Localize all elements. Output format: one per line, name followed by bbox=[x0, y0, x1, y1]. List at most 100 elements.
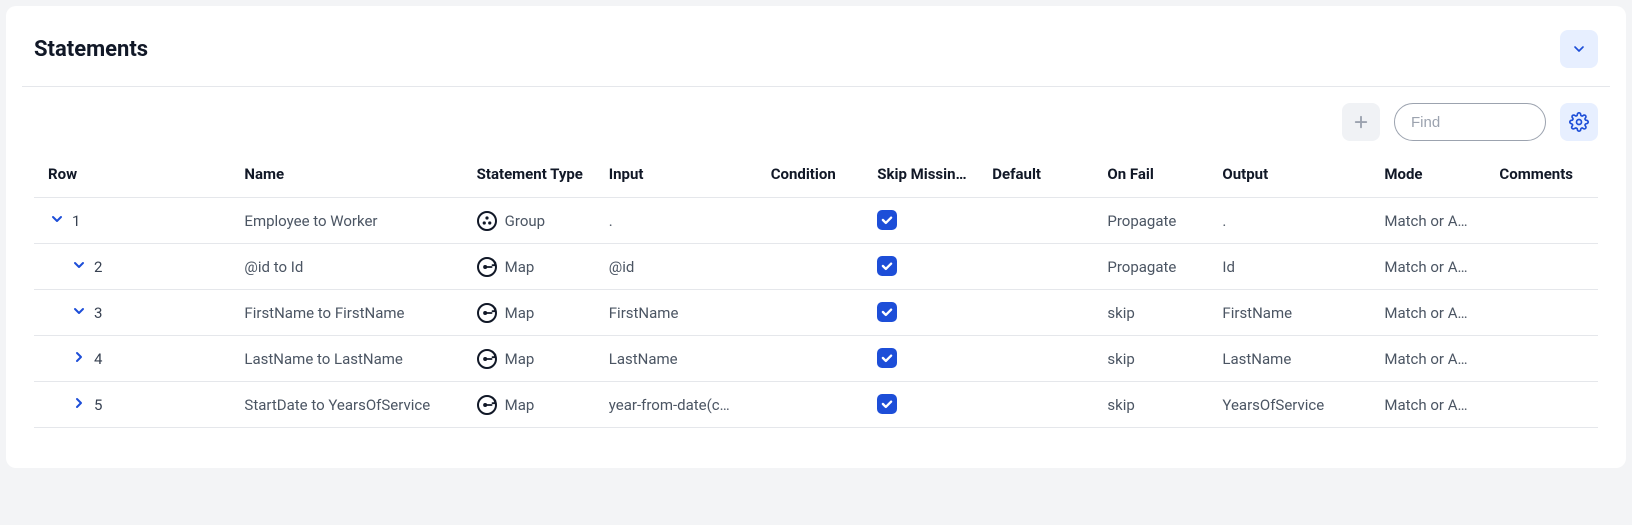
row-number: 5 bbox=[94, 396, 102, 414]
cell-name: LastName to LastName bbox=[236, 336, 468, 382]
table-row[interactable]: 1Employee to WorkerGroup.Propagate.Match… bbox=[34, 198, 1598, 244]
chevron-down-icon bbox=[71, 257, 87, 277]
row-number: 3 bbox=[94, 304, 102, 322]
table-row[interactable]: 5 StartDate to YearsOfService Map year-from… bbox=[34, 382, 1598, 428]
table-row[interactable]: 2@id to IdMap@idPropagateIdMatch or A… bbox=[34, 244, 1598, 290]
col-row[interactable]: Row bbox=[34, 155, 236, 198]
col-stype[interactable]: Statement Type bbox=[469, 155, 601, 198]
cell-output: Id bbox=[1214, 244, 1376, 290]
col-name[interactable]: Name bbox=[236, 155, 468, 198]
cell-input: year-from-date(c… bbox=[601, 382, 763, 428]
cell-default bbox=[984, 244, 1099, 290]
row-expand-toggle[interactable] bbox=[48, 212, 66, 230]
skip-missing-checkbox[interactable] bbox=[877, 210, 897, 230]
cell-onfail: Propagate bbox=[1099, 244, 1214, 290]
cell-statement-type: Map bbox=[477, 257, 593, 277]
skip-missing-checkbox[interactable] bbox=[877, 256, 897, 276]
chevron-down-icon bbox=[71, 303, 87, 323]
cell-output: FirstName bbox=[1214, 290, 1376, 336]
col-comments[interactable]: Comments bbox=[1491, 155, 1598, 198]
cell-skip bbox=[869, 290, 984, 336]
cell-condition bbox=[763, 198, 870, 244]
cell-statement-type: Map bbox=[477, 349, 593, 369]
chevron-down-icon bbox=[1571, 41, 1587, 57]
cell-output: LastName bbox=[1214, 336, 1376, 382]
find-input[interactable] bbox=[1394, 103, 1546, 141]
cell-condition bbox=[763, 336, 870, 382]
col-skip[interactable]: Skip Missin… bbox=[869, 155, 984, 198]
chevron-down-icon bbox=[49, 211, 65, 231]
col-default[interactable]: Default bbox=[984, 155, 1099, 198]
panel-header: Statements bbox=[34, 30, 1598, 68]
table-row[interactable]: 4LastName to LastNameMapLastNameskipLast… bbox=[34, 336, 1598, 382]
map-icon bbox=[477, 395, 497, 415]
cell-skip bbox=[869, 198, 984, 244]
cell-comments bbox=[1491, 290, 1598, 336]
cell-default bbox=[984, 290, 1099, 336]
row-expand-toggle[interactable] bbox=[70, 304, 88, 322]
cell-name: @id to Id bbox=[236, 244, 468, 290]
divider bbox=[22, 86, 1610, 87]
cell-output: . bbox=[1214, 198, 1376, 244]
cell-name: FirstName to FirstName bbox=[236, 290, 468, 336]
cell-input: LastName bbox=[601, 336, 763, 382]
cell-statement-type: Map bbox=[477, 303, 593, 323]
cell-condition bbox=[763, 382, 870, 428]
skip-missing-checkbox[interactable] bbox=[877, 302, 897, 322]
row-expand-toggle[interactable] bbox=[70, 396, 88, 414]
cell-name: StartDate to YearsOfService bbox=[236, 382, 468, 428]
statement-type-label: Group bbox=[505, 212, 545, 230]
chevron-right-icon bbox=[71, 349, 87, 369]
cell-default bbox=[984, 198, 1099, 244]
statements-panel: Statements Row bbox=[6, 6, 1626, 468]
cell-input: FirstName bbox=[601, 290, 763, 336]
skip-missing-checkbox[interactable] bbox=[877, 348, 897, 368]
row-expand-toggle[interactable] bbox=[70, 258, 88, 276]
cell-onfail: skip bbox=[1099, 290, 1214, 336]
cell-default bbox=[984, 382, 1099, 428]
statement-type-label: Map bbox=[505, 304, 535, 322]
map-icon bbox=[477, 303, 497, 323]
cell-onfail: skip bbox=[1099, 382, 1214, 428]
cell-mode: Match or A… bbox=[1376, 244, 1491, 290]
cell-default bbox=[984, 336, 1099, 382]
statements-table: Row Name Statement Type Input Condition … bbox=[34, 155, 1598, 428]
cell-mode: Match or A… bbox=[1376, 382, 1491, 428]
cell-input: . bbox=[601, 198, 763, 244]
cell-statement-type: Map bbox=[477, 395, 593, 415]
cell-comments bbox=[1491, 336, 1598, 382]
cell-condition bbox=[763, 244, 870, 290]
col-condition[interactable]: Condition bbox=[763, 155, 870, 198]
cell-skip bbox=[869, 244, 984, 290]
chevron-right-icon bbox=[71, 395, 87, 415]
row-expand-toggle[interactable] bbox=[70, 350, 88, 368]
check-icon bbox=[880, 213, 894, 227]
cell-name: Employee to Worker bbox=[236, 198, 468, 244]
cell-comments bbox=[1491, 382, 1598, 428]
panel-title: Statements bbox=[34, 37, 148, 62]
cell-input: @id bbox=[601, 244, 763, 290]
col-output[interactable]: Output bbox=[1214, 155, 1376, 198]
statement-type-label: Map bbox=[505, 396, 535, 414]
table-header-row: Row Name Statement Type Input Condition … bbox=[34, 155, 1598, 198]
gear-icon bbox=[1569, 112, 1589, 132]
toolbar bbox=[34, 103, 1598, 155]
group-icon bbox=[477, 211, 497, 231]
col-mode[interactable]: Mode bbox=[1376, 155, 1491, 198]
col-input[interactable]: Input bbox=[601, 155, 763, 198]
map-icon bbox=[477, 257, 497, 277]
settings-button[interactable] bbox=[1560, 103, 1598, 141]
add-statement-button[interactable] bbox=[1342, 103, 1380, 141]
skip-missing-checkbox[interactable] bbox=[877, 394, 897, 414]
statement-type-label: Map bbox=[505, 350, 535, 368]
table-row[interactable]: 3FirstName to FirstNameMapFirstNameskipF… bbox=[34, 290, 1598, 336]
cell-condition bbox=[763, 290, 870, 336]
check-icon bbox=[880, 351, 894, 365]
collapse-panel-button[interactable] bbox=[1560, 30, 1598, 68]
row-number: 1 bbox=[72, 212, 80, 230]
check-icon bbox=[880, 305, 894, 319]
col-onfail[interactable]: On Fail bbox=[1099, 155, 1214, 198]
statement-type-label: Map bbox=[505, 258, 535, 276]
cell-comments bbox=[1491, 198, 1598, 244]
check-icon bbox=[880, 259, 894, 273]
